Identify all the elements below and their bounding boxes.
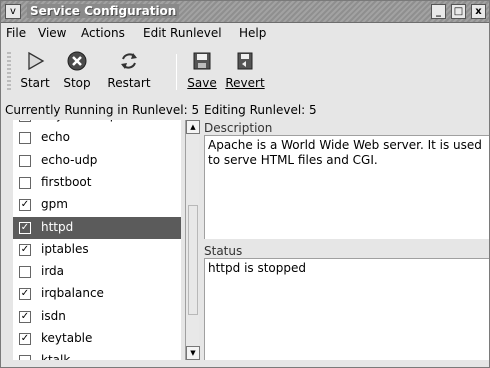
service-name: echo-udp <box>41 152 98 167</box>
service-name: irda <box>41 264 65 279</box>
toolbar-grip[interactable] <box>7 52 11 92</box>
editing-runlevel-text: Editing Runlevel: 5 <box>204 103 317 117</box>
current-runlevel-text: Currently Running in Runlevel: 5 <box>5 103 200 117</box>
save-button[interactable]: Save <box>185 50 219 90</box>
service-row-ktalk[interactable]: ktalk <box>13 350 181 360</box>
close-button[interactable]: x <box>471 4 486 19</box>
start-label: Start <box>20 76 50 90</box>
service-configuration-window: v Service Configuration _ □ x File View … <box>0 0 490 368</box>
description-title: Description <box>204 121 273 135</box>
description-text: Apache is a World Wide Web server. It is… <box>208 138 482 167</box>
service-checkbox[interactable]: ✓ <box>19 333 31 345</box>
save-label: Save <box>187 76 217 90</box>
status-title: Status <box>204 244 243 258</box>
service-row-keytable[interactable]: ✓ keytable <box>13 328 181 350</box>
stop-button[interactable]: Stop <box>57 50 97 90</box>
runlevel-bar: Currently Running in Runlevel: 5 Editing… <box>1 101 489 119</box>
service-name: ktalk <box>41 353 70 360</box>
service-row-daytime-udp[interactable]: daytime-udp <box>13 120 181 127</box>
minimize-button[interactable]: _ <box>431 4 446 19</box>
service-name: daytime-udp <box>41 120 117 122</box>
menu-actions[interactable]: Actions <box>81 26 125 40</box>
service-name: irqbalance <box>41 286 104 301</box>
service-checkbox[interactable] <box>19 132 31 145</box>
scroll-down-arrow[interactable]: ▼ <box>186 346 200 360</box>
status-pane: httpd is stopped <box>204 258 489 360</box>
service-row-firstboot[interactable]: firstboot <box>13 172 181 194</box>
service-checkbox[interactable]: ✓ <box>19 199 31 212</box>
service-row-iptables[interactable]: ✓ iptables <box>13 239 181 261</box>
service-checkbox[interactable] <box>19 355 31 360</box>
start-button[interactable]: Start <box>13 50 57 90</box>
service-name: firstboot <box>41 174 92 189</box>
service-checkbox[interactable] <box>19 176 31 189</box>
revert-button[interactable]: Revert <box>223 50 267 90</box>
service-name: keytable <box>41 331 93 345</box>
service-checkbox[interactable]: ✓ <box>19 243 31 256</box>
menu-bar: File View Actions Edit Runlevel Help <box>1 23 489 43</box>
service-row-irda[interactable]: irda <box>13 261 181 283</box>
service-row-gpm[interactable]: ✓ gpm <box>13 194 181 216</box>
toolbar: Start Stop Restart Save Revert <box>1 46 489 98</box>
service-name: iptables <box>41 241 89 256</box>
service-checkbox[interactable]: ✓ <box>19 221 31 234</box>
start-icon <box>28 51 45 71</box>
title-bar[interactable]: v Service Configuration _ □ x <box>1 1 489 23</box>
menu-help[interactable]: Help <box>239 26 266 40</box>
service-checkbox[interactable]: ✓ <box>19 288 31 301</box>
services-list[interactable]: daytime-udp echo echo-udp firstboot ✓ gpm ✓ htt… <box>13 120 181 360</box>
status-text: httpd is stopped <box>208 261 306 275</box>
service-name: isdn <box>41 308 66 323</box>
menu-file[interactable]: File <box>6 26 26 40</box>
service-name: httpd <box>41 219 74 234</box>
stop-label: Stop <box>63 76 91 90</box>
window-title: Service Configuration <box>27 4 180 18</box>
restart-label: Restart <box>107 76 151 90</box>
maximize-button[interactable]: □ <box>451 4 466 19</box>
restart-icon <box>121 53 137 69</box>
service-checkbox[interactable]: ✓ <box>19 310 31 323</box>
service-name: echo <box>41 130 70 145</box>
revert-icon <box>237 52 253 70</box>
toolbar-separator <box>176 54 177 90</box>
service-row-irqbalance[interactable]: ✓ irqbalance <box>13 283 181 305</box>
services-scrollbar[interactable]: ▲ ▼ <box>185 120 200 360</box>
service-checkbox[interactable] <box>19 154 31 167</box>
menu-edit-runlevel[interactable]: Edit Runlevel <box>143 26 222 40</box>
menu-view[interactable]: View <box>38 26 66 40</box>
revert-label: Revert <box>225 76 265 90</box>
stop-icon <box>67 51 87 71</box>
save-icon <box>193 52 211 70</box>
service-checkbox[interactable] <box>19 266 31 279</box>
service-row-httpd[interactable]: ✓ httpd <box>13 216 181 239</box>
service-row-isdn[interactable]: ✓ isdn <box>13 306 181 328</box>
window-menu-button[interactable]: v <box>5 4 21 19</box>
service-checkbox[interactable] <box>19 120 31 122</box>
restart-button[interactable]: Restart <box>101 50 157 90</box>
scroll-up-arrow[interactable]: ▲ <box>186 120 200 134</box>
description-pane: Apache is a World Wide Web server. It is… <box>204 135 489 239</box>
service-name: gpm <box>41 197 68 212</box>
service-row-echo[interactable]: echo <box>13 127 181 149</box>
scroll-thumb[interactable] <box>188 205 198 315</box>
service-row-echo-udp[interactable]: echo-udp <box>13 150 181 172</box>
